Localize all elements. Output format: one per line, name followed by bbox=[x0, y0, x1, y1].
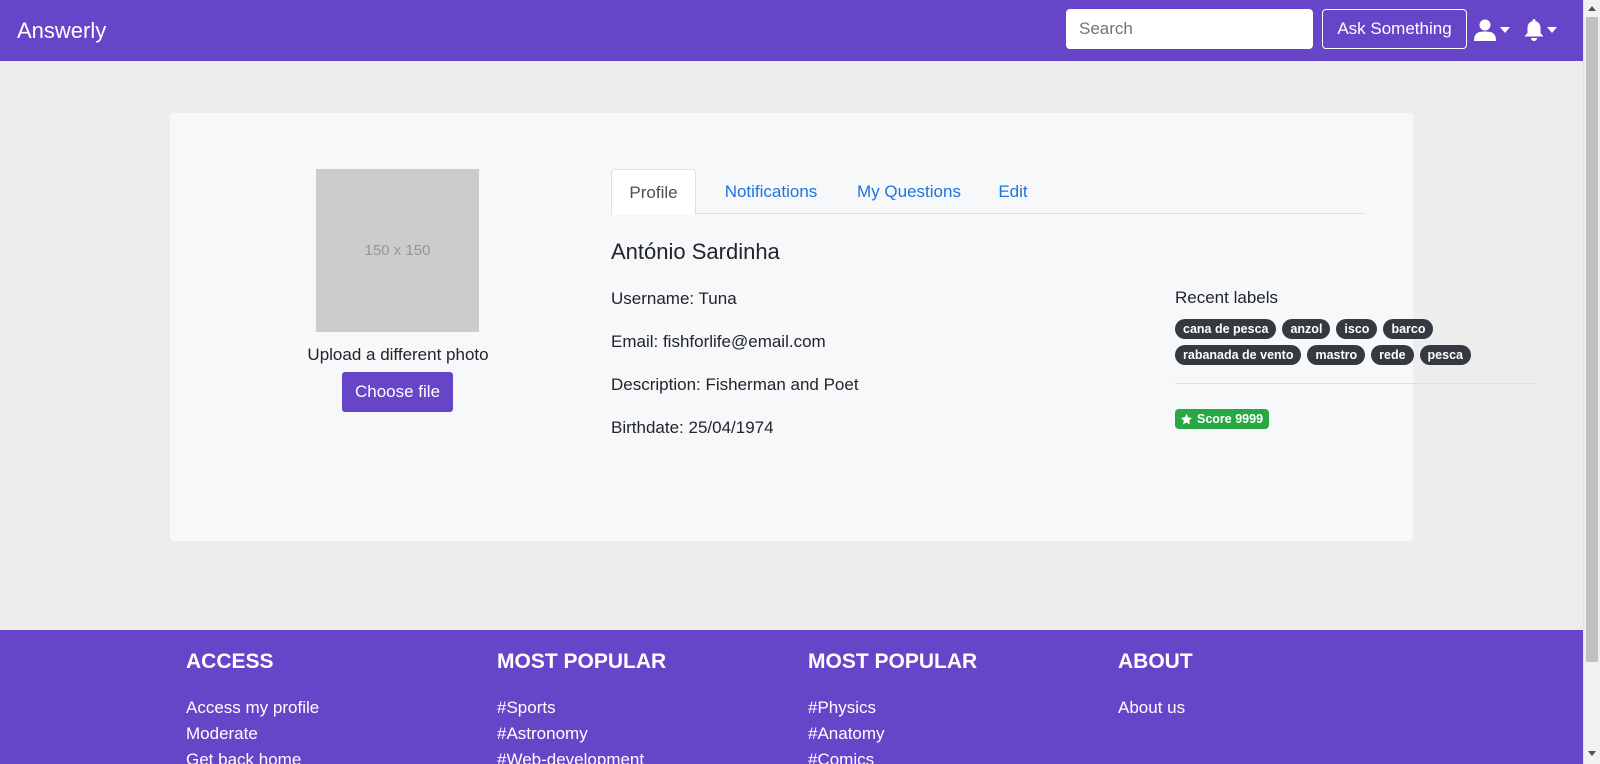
footer-column-about: ABOUT About us bbox=[1118, 649, 1193, 721]
footer-link[interactable]: #Physics bbox=[808, 695, 977, 721]
score-badge: Score 9999 bbox=[1175, 409, 1270, 429]
ask-something-button[interactable]: Ask Something bbox=[1322, 9, 1467, 49]
tag-badge[interactable]: rede bbox=[1371, 345, 1414, 365]
username-field: Username: Tuna bbox=[611, 289, 737, 308]
avatar-placeholder-text: 150 x 150 bbox=[364, 242, 431, 259]
star-icon bbox=[1180, 413, 1193, 424]
tag-badge[interactable]: cana de pesca bbox=[1175, 319, 1277, 339]
tag-badge[interactable]: mastro bbox=[1307, 345, 1366, 365]
footer-link[interactable]: Moderate bbox=[186, 721, 319, 747]
footer-column-most-popular: MOST POPULAR #Physics #Anatomy #Comics bbox=[808, 649, 977, 764]
footer-link[interactable]: Access my profile bbox=[186, 695, 319, 721]
scroll-up-icon[interactable] bbox=[1588, 6, 1596, 11]
recent-labels-list: cana de pesca anzol isco barco rabanada … bbox=[1175, 319, 1495, 371]
footer-link[interactable]: #Anatomy bbox=[808, 721, 977, 747]
footer: ACCESS Access my profile Moderate Get ba… bbox=[0, 630, 1583, 764]
footer-column-most-popular: MOST POPULAR #Sports #Astronomy #Web-dev… bbox=[497, 649, 666, 764]
chevron-down-icon bbox=[1500, 27, 1510, 33]
profile-card: 150 x 150 Upload a different photo Choos… bbox=[170, 113, 1536, 541]
footer-heading: ACCESS bbox=[186, 650, 274, 673]
footer-link[interactable]: #Sports bbox=[497, 695, 666, 721]
user-icon bbox=[1474, 19, 1496, 41]
page-scrollbar[interactable] bbox=[1583, 0, 1600, 764]
tab-profile[interactable]: Profile bbox=[611, 169, 696, 215]
tab-edit[interactable]: Edit bbox=[988, 169, 1038, 214]
footer-link[interactable]: #Astronomy bbox=[497, 721, 666, 747]
score-text: Score 9999 bbox=[1197, 412, 1264, 426]
profile-name: António Sardinha bbox=[611, 239, 780, 264]
choose-file-button[interactable]: Choose file bbox=[342, 372, 453, 412]
footer-link[interactable]: Get back home bbox=[186, 747, 319, 764]
profile-tabs: Profile Notifications My Questions Edit bbox=[611, 169, 1366, 215]
footer-heading: MOST POPULAR bbox=[497, 650, 667, 673]
footer-link[interactable]: #Web-development bbox=[497, 747, 666, 764]
tag-badge[interactable]: pesca bbox=[1419, 345, 1471, 365]
avatar-placeholder: 150 x 150 bbox=[316, 169, 479, 332]
tag-row: rabanada de vento mastro rede pesca bbox=[1175, 345, 1495, 365]
recent-labels-title: Recent labels bbox=[1175, 288, 1279, 307]
tab-notifications[interactable]: Notifications bbox=[712, 169, 830, 214]
email-field: Email: fishforlife@email.com bbox=[611, 332, 826, 351]
divider bbox=[1175, 383, 1536, 384]
navbar: Answerly Ask Something bbox=[0, 0, 1583, 61]
chevron-down-icon bbox=[1547, 27, 1557, 33]
tag-badge[interactable]: isco bbox=[1336, 319, 1378, 339]
footer-link[interactable]: About us bbox=[1118, 695, 1193, 721]
tag-row: cana de pesca anzol isco barco bbox=[1175, 319, 1495, 339]
notifications-button[interactable] bbox=[1524, 16, 1557, 44]
birthdate-field: Birthdate: 25/04/1974 bbox=[611, 418, 774, 437]
scrollbar-thumb[interactable] bbox=[1586, 17, 1598, 662]
upload-photo-label: Upload a different photo bbox=[307, 345, 489, 364]
description-field: Description: Fisherman and Poet bbox=[611, 375, 859, 394]
search-input[interactable] bbox=[1066, 9, 1313, 49]
tag-badge[interactable]: rabanada de vento bbox=[1175, 345, 1302, 365]
scroll-down-icon[interactable] bbox=[1588, 751, 1596, 756]
brand-logo[interactable]: Answerly bbox=[17, 17, 106, 45]
tag-badge[interactable]: anzol bbox=[1282, 319, 1331, 339]
bell-icon bbox=[1524, 19, 1544, 41]
footer-heading: MOST POPULAR bbox=[808, 650, 978, 673]
footer-column-access: ACCESS Access my profile Moderate Get ba… bbox=[186, 649, 319, 764]
tab-my-questions[interactable]: My Questions bbox=[847, 169, 971, 214]
footer-heading: ABOUT bbox=[1118, 650, 1193, 673]
tag-badge[interactable]: barco bbox=[1383, 319, 1434, 339]
footer-link[interactable]: #Comics bbox=[808, 747, 977, 764]
user-menu-button[interactable] bbox=[1474, 16, 1510, 44]
